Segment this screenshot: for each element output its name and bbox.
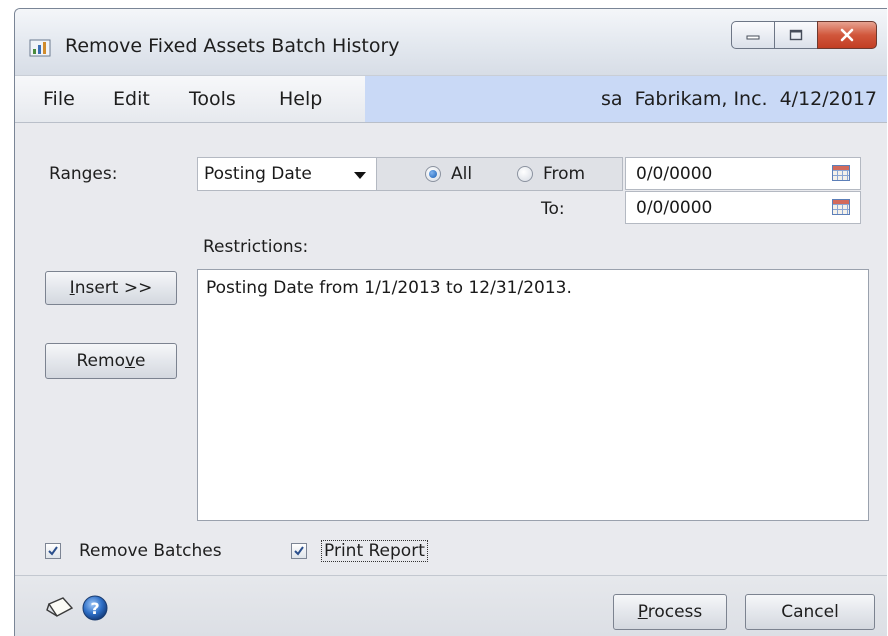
insert-button-label: nsert >> <box>74 278 153 298</box>
menu-help[interactable]: Help <box>279 88 322 110</box>
footer-bar: ? Process Cancel <box>15 576 887 636</box>
ranges-dropdown-value: Posting Date <box>204 164 312 184</box>
calendar-icon[interactable] <box>832 165 850 181</box>
maximize-icon <box>789 29 803 41</box>
radio-all-label[interactable]: All <box>451 164 472 184</box>
ranges-label: Ranges: <box>49 164 118 184</box>
remove-batches-checkbox[interactable] <box>45 543 61 559</box>
list-item[interactable]: Posting Date from 1/1/2013 to 12/31/2013… <box>206 278 572 298</box>
help-icon[interactable]: ? <box>81 594 109 622</box>
process-button-mnemonic: P <box>637 602 648 622</box>
remove-button-mnemonic: v <box>124 351 136 371</box>
process-button[interactable]: Process <box>613 594 727 630</box>
range-selector: All From <box>377 157 623 191</box>
user-id: sa <box>601 88 623 110</box>
to-date-field[interactable]: 0/0/0000 <box>625 191 861 224</box>
company-name: Fabrikam, Inc. <box>634 88 768 110</box>
process-button-label: rocess <box>647 602 703 622</box>
menu-bar: File Edit Tools Help sa Fabrikam, Inc. 4/1… <box>15 75 887 123</box>
menu-file[interactable]: File <box>43 88 75 110</box>
menu-edit[interactable]: Edit <box>113 88 150 110</box>
radio-from-label[interactable]: From <box>543 164 585 184</box>
close-button[interactable] <box>817 21 877 49</box>
to-date-value: 0/0/0000 <box>636 198 713 218</box>
svg-text:?: ? <box>90 599 99 618</box>
close-icon <box>840 28 854 42</box>
checkmark-icon <box>48 546 58 556</box>
from-date-field[interactable]: 0/0/0000 <box>625 157 861 190</box>
title-bar[interactable]: Remove Fixed Assets Batch History <box>15 9 887 75</box>
calendar-icon[interactable] <box>832 199 850 215</box>
restrictions-label: Restrictions: <box>203 237 309 257</box>
ranges-dropdown[interactable]: Posting Date <box>197 157 377 191</box>
checkmark-icon <box>294 546 304 556</box>
restrictions-list[interactable]: Posting Date from 1/1/2013 to 12/31/2013… <box>197 269 869 521</box>
from-date-value: 0/0/0000 <box>636 164 713 184</box>
chevron-down-icon <box>354 172 366 179</box>
minimize-button[interactable] <box>731 21 775 49</box>
menu-tools[interactable]: Tools <box>189 88 236 110</box>
window-title: Remove Fixed Assets Batch History <box>65 35 400 57</box>
radio-all[interactable] <box>425 166 441 182</box>
cancel-button[interactable]: Cancel <box>745 594 875 630</box>
dialog-window: Remove Fixed Assets Batch History File E… <box>14 8 887 636</box>
maximize-button[interactable] <box>774 21 818 49</box>
minimize-icon <box>746 35 760 40</box>
remove-batches-label[interactable]: Remove Batches <box>79 541 222 561</box>
remove-button-label-end: e <box>135 351 146 371</box>
print-report-checkbox[interactable] <box>291 543 307 559</box>
fixed-assets-app-icon <box>29 39 51 57</box>
note-icon[interactable] <box>45 596 75 620</box>
user-date: 4/12/2017 <box>779 88 877 110</box>
to-label: To: <box>541 199 565 219</box>
remove-button-label: Remo <box>76 351 125 371</box>
insert-button[interactable]: Insert >> <box>45 271 177 305</box>
user-info-bar: sa Fabrikam, Inc. 4/12/2017 <box>365 76 887 122</box>
print-report-label[interactable]: Print Report <box>321 540 428 562</box>
radio-from[interactable] <box>517 166 533 182</box>
remove-button[interactable]: Remove <box>45 343 177 379</box>
